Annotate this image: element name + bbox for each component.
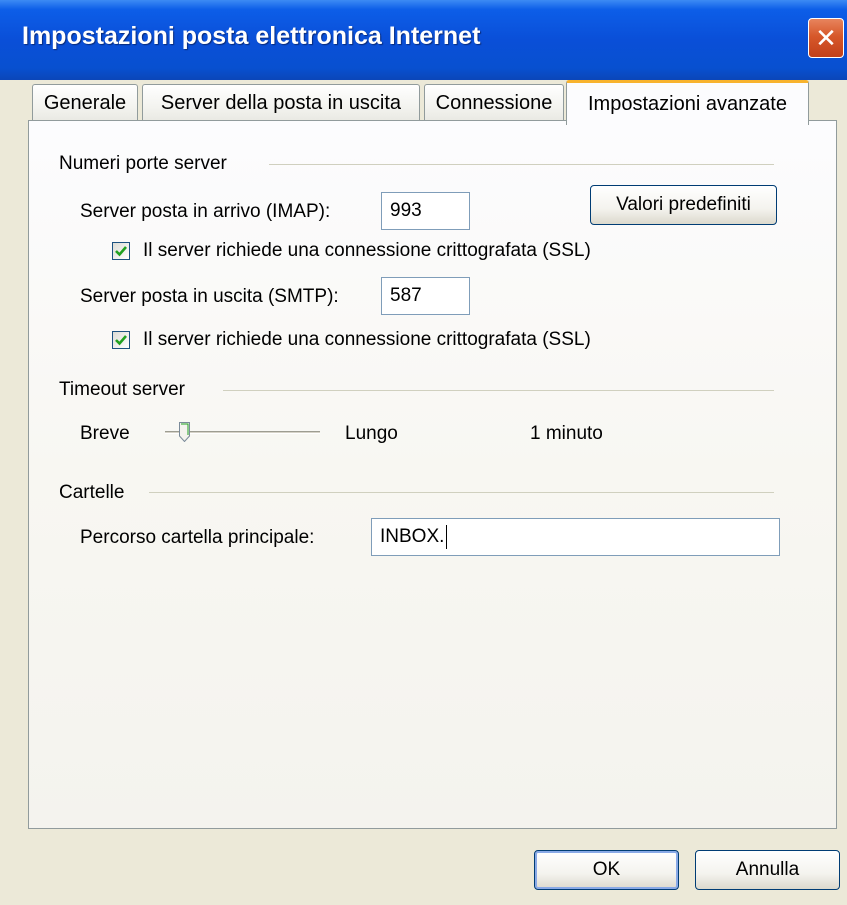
incoming-port-input[interactable]: 993 (381, 192, 470, 230)
tab-label: Connessione (435, 92, 553, 114)
window-title: Impostazioni posta elettronica Internet (22, 22, 481, 50)
close-icon: ✕ (815, 23, 837, 53)
tab-label: Server della posta in uscita (160, 92, 402, 114)
group-divider (223, 390, 774, 391)
timeout-short-label: Breve (80, 423, 130, 444)
outgoing-ssl-checkbox[interactable] (112, 331, 130, 349)
tab-connessione[interactable]: Connessione (424, 84, 564, 122)
checkmark-icon (115, 246, 127, 257)
checkmark-icon (115, 335, 127, 346)
group-title-timeout: Timeout server (59, 379, 185, 400)
outgoing-port-label: Server posta in uscita (SMTP): (80, 286, 339, 307)
timeout-value: 1 minuto (530, 423, 603, 444)
incoming-port-value: 993 (390, 200, 422, 221)
incoming-ssl-label[interactable]: Il server richiede una connessione critt… (143, 240, 591, 262)
cancel-button[interactable]: Annulla (695, 850, 840, 890)
group-divider (149, 492, 774, 493)
slider-thumb-icon[interactable] (179, 422, 190, 442)
outgoing-ssl-label[interactable]: Il server richiede una connessione critt… (143, 329, 591, 351)
root-path-value: INBOX. (380, 526, 445, 547)
incoming-port-label: Server posta in arrivo (IMAP): (80, 201, 331, 222)
timeout-slider[interactable] (165, 421, 320, 445)
tab-label: Generale (43, 92, 127, 114)
tab-server-posta-uscita[interactable]: Server della posta in uscita (142, 84, 420, 122)
tab-panel-impostazioni-avanzate: Numeri porte server Server posta in arri… (28, 120, 837, 829)
text-caret (446, 525, 448, 549)
group-divider (269, 164, 774, 165)
defaults-button-label: Valori predefiniti (616, 194, 751, 215)
tab-impostazioni-avanzate[interactable]: Impostazioni avanzate (566, 80, 809, 125)
close-button[interactable]: ✕ (808, 18, 844, 58)
defaults-button[interactable]: Valori predefiniti (590, 185, 777, 225)
root-path-label: Percorso cartella principale: (80, 527, 315, 548)
cancel-button-label: Annulla (735, 859, 800, 880)
outgoing-port-value: 587 (390, 285, 422, 306)
group-title-folders: Cartelle (59, 482, 125, 503)
outgoing-port-input[interactable]: 587 (381, 277, 470, 315)
group-title-server-ports: Numeri porte server (59, 153, 227, 174)
title-bar[interactable]: Impostazioni posta elettronica Internet … (0, 0, 847, 80)
timeout-long-label: Lungo (345, 423, 398, 444)
ok-button-label: OK (592, 859, 621, 880)
incoming-ssl-checkbox[interactable] (112, 242, 130, 260)
ok-button[interactable]: OK (534, 850, 679, 890)
tab-label: Impostazioni avanzate (587, 92, 787, 115)
root-path-input[interactable]: INBOX. (371, 518, 780, 556)
tab-generale[interactable]: Generale (32, 84, 138, 122)
